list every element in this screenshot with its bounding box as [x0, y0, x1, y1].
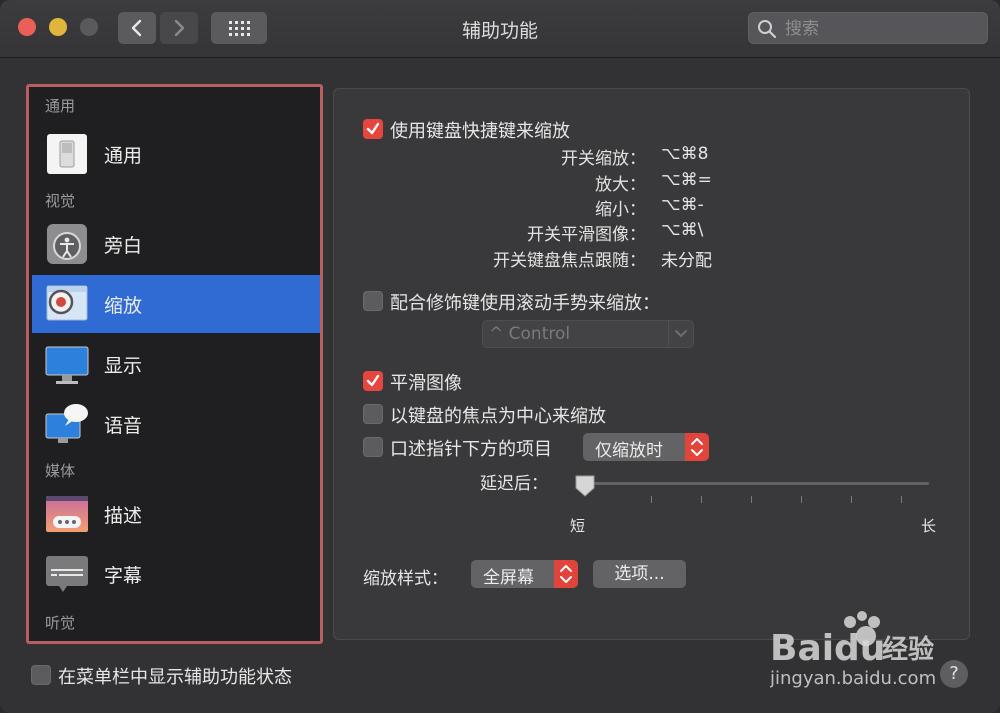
up-down-arrows-icon — [685, 433, 709, 461]
sidebar-item-label: 缩放 — [104, 295, 143, 317]
shortcut-row: 开关缩放： — [300, 144, 650, 169]
sidebar-item-zoom[interactable]: 缩放 — [32, 275, 320, 333]
zoom-style-popup[interactable]: 全屏幕 — [471, 560, 578, 588]
watermark-url: jingyan.baidu.com — [770, 668, 936, 689]
sidebar-item-general[interactable]: 通用 — [32, 125, 320, 183]
captions-icon — [45, 552, 89, 596]
sidebar-item-descriptions[interactable]: 描述 — [32, 485, 320, 543]
zoom-icon — [45, 282, 89, 326]
sidebar-item-captions[interactable]: 字幕 — [32, 545, 320, 603]
svg-text:Bai: Bai — [770, 628, 834, 669]
sidebar-item-speech[interactable]: 语音 — [32, 395, 320, 453]
scroll-gesture-checkbox[interactable] — [363, 291, 383, 311]
modifier-key-value: ^ Control — [489, 324, 571, 344]
descriptions-icon — [45, 492, 89, 536]
speech-icon — [45, 402, 89, 446]
checkmark-icon — [366, 374, 380, 387]
sidebar-item-display[interactable]: 显示 — [32, 335, 320, 393]
slider-tick — [801, 496, 802, 503]
keyboard-shortcuts-checkbox[interactable] — [363, 119, 383, 139]
delay-min-label: 短 — [570, 517, 586, 535]
shortcut-keys: ⌥⌘= — [661, 170, 712, 190]
up-down-arrows-icon — [554, 560, 578, 588]
display-icon — [45, 342, 89, 386]
slider-tick — [751, 496, 752, 503]
svg-text:经验: 经验 — [882, 634, 934, 665]
modifier-key-popup[interactable]: ^ Control — [482, 320, 694, 348]
shortcut-label: 缩小： — [595, 200, 646, 220]
sidebar: 通用 通用 视觉 旁白 缩放 显示 语音 媒体 描述 字幕 听觉 — [26, 84, 323, 644]
zoom-options-button[interactable]: 选项... — [593, 560, 686, 588]
speak-items-label: 口述指针下方的项目 — [390, 439, 552, 460]
shortcut-row: 开关键盘焦点跟随： — [300, 246, 650, 271]
search-field[interactable] — [748, 12, 988, 44]
shortcut-row: 开关平滑图像： — [300, 220, 650, 245]
smooth-images-label: 平滑图像 — [390, 373, 462, 394]
scroll-gesture-label: 配合修饰键使用滚动手势来缩放： — [390, 293, 660, 314]
search-input[interactable] — [783, 16, 977, 42]
zoom-style-value: 全屏幕 — [483, 568, 534, 588]
search-icon — [758, 20, 777, 39]
title-bar: 辅助功能 — [0, 0, 1000, 58]
smooth-images-checkbox[interactable] — [363, 371, 383, 391]
sidebar-item-label: 字幕 — [104, 565, 143, 587]
voiceover-icon — [45, 222, 89, 266]
shortcut-label: 开关缩放： — [561, 149, 646, 169]
shortcut-keys: ⌥⌘- — [661, 195, 704, 215]
delay-slider-thumb[interactable] — [574, 474, 596, 498]
shortcut-row: 放大： — [300, 170, 650, 195]
baidu-jingyan-watermark: Bai du 经验 jingyan.baidu.com — [769, 608, 950, 702]
delay-slider-track[interactable] — [584, 482, 929, 485]
speak-items-mode-popup[interactable]: 仅缩放时 — [583, 433, 709, 461]
shortcut-keys: 未分配 — [661, 251, 712, 271]
keyboard-shortcuts-label: 使用键盘快捷键来缩放 — [390, 121, 570, 142]
menubar-status-label: 在菜单栏中显示辅助功能状态 — [58, 667, 292, 688]
slider-tick — [651, 496, 652, 503]
shortcut-label: 放大： — [595, 175, 646, 195]
sidebar-item-label: 语音 — [104, 415, 143, 437]
switch-icon — [45, 132, 89, 176]
preferences-window: 辅助功能 通用 通用 视觉 旁白 — [0, 0, 1000, 713]
svg-text:du: du — [834, 628, 885, 669]
follow-focus-label: 以键盘的焦点为中心来缩放 — [390, 406, 606, 427]
sidebar-item-label: 旁白 — [104, 235, 143, 257]
speak-items-mode-value: 仅缩放时 — [595, 441, 663, 461]
menubar-status-checkbox[interactable] — [31, 665, 51, 685]
baidu-logo: Bai du 经验 jingyan.baidu.com — [769, 611, 936, 689]
follow-focus-checkbox[interactable] — [363, 404, 383, 424]
slider-tick — [701, 496, 702, 503]
shortcut-label: 开关键盘焦点跟随： — [493, 251, 646, 271]
sidebar-item-voiceover[interactable]: 旁白 — [32, 215, 320, 273]
slider-tick — [851, 496, 852, 503]
shortcut-row: 缩小： — [300, 195, 650, 220]
sidebar-item-label: 描述 — [104, 505, 143, 527]
delay-max-label: 长 — [921, 517, 937, 535]
sidebar-item-label: 显示 — [104, 355, 143, 377]
slider-tick — [901, 496, 902, 503]
sidebar-item-label: 通用 — [104, 145, 143, 167]
shortcut-label: 开关平滑图像： — [527, 225, 646, 245]
chevron-down-icon — [668, 321, 693, 347]
section-header-media: 媒体 — [45, 462, 76, 480]
speak-items-checkbox[interactable] — [363, 437, 383, 457]
delay-label: 延迟后： — [480, 474, 548, 494]
shortcut-keys: ⌥⌘8 — [661, 144, 709, 164]
zoom-style-label: 缩放样式： — [363, 569, 448, 589]
section-header-hearing: 听觉 — [45, 614, 76, 632]
section-header-vision: 视觉 — [45, 192, 76, 210]
checkmark-icon — [366, 122, 380, 135]
help-button[interactable]: ? — [940, 660, 968, 688]
section-header-general: 通用 — [45, 97, 76, 115]
shortcut-keys: ⌥⌘\ — [661, 220, 704, 240]
